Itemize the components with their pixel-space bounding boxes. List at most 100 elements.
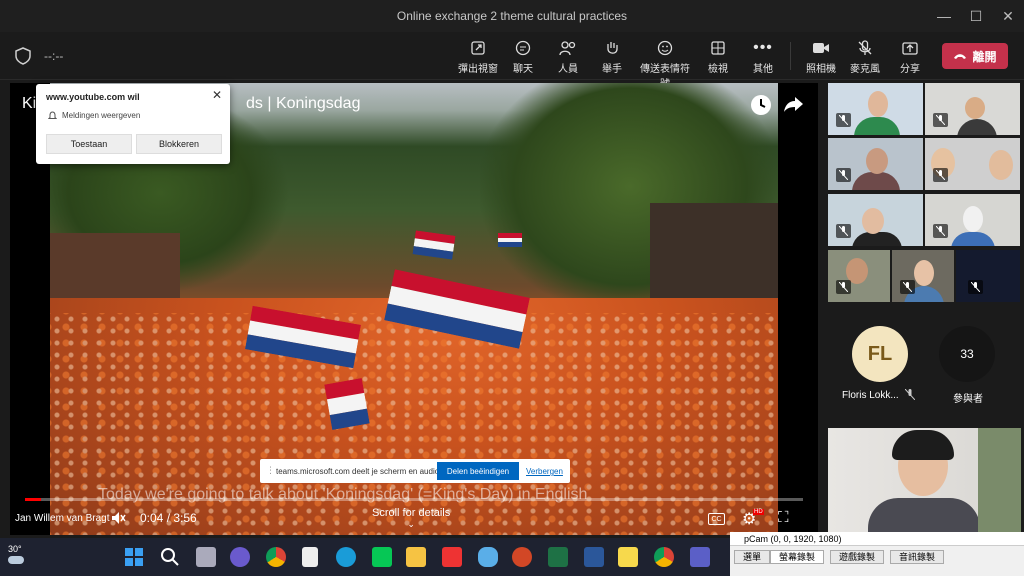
mic-off-icon [933, 168, 948, 182]
popout-button[interactable]: 彈出視窗 [456, 38, 500, 75]
leave-label: 離開 [972, 49, 997, 64]
search-icon[interactable] [160, 547, 180, 567]
raise-hand-button[interactable]: 舉手 [590, 38, 634, 75]
teams-icon[interactable] [690, 547, 710, 567]
folder-icon[interactable] [406, 547, 426, 567]
volume-muted-icon[interactable] [110, 510, 126, 526]
meeting-timer: --:-- [44, 49, 64, 63]
mic-off-icon [933, 224, 948, 238]
captions-button[interactable]: CC [708, 513, 725, 525]
share-video-icon[interactable] [783, 95, 805, 113]
powerpoint-icon[interactable] [512, 547, 532, 567]
participant-tile[interactable] [828, 194, 923, 246]
task-view-icon[interactable] [196, 547, 216, 567]
camera-icon [799, 38, 843, 58]
chrome-icon[interactable] [266, 547, 286, 567]
maximize-button[interactable]: ☐ [960, 0, 992, 32]
people-icon [546, 38, 590, 58]
video-title-suffix: ds | Koningsdag [246, 95, 361, 112]
mic-off-icon [900, 280, 915, 294]
presenter-name: Jan Willem van Bragt [15, 513, 110, 524]
scroll-for-details[interactable]: Scroll for details ⌄ [372, 507, 450, 530]
background-plant [978, 428, 1021, 533]
more-button[interactable]: ••• 其他 [741, 38, 785, 75]
participant-tile[interactable] [828, 250, 890, 302]
more-label: 其他 [753, 64, 773, 75]
camera-button[interactable]: 照相機 [799, 38, 843, 75]
recorder-title: pCam (0, 0, 1920, 1080) [730, 532, 1024, 546]
microphone-label: 麥克風 [850, 64, 880, 75]
participant-tile[interactable] [956, 250, 1020, 302]
share-status-text: teams.microsoft.com deelt je scherm en a… [276, 467, 442, 476]
hide-share-bar-link[interactable]: Verbergen [526, 467, 563, 476]
windows-start-icon[interactable] [124, 547, 144, 567]
pdf-icon[interactable] [442, 547, 462, 567]
raise-hand-label: 舉手 [602, 64, 622, 75]
view-icon [696, 38, 740, 58]
participant-tile[interactable] [925, 194, 1020, 246]
participant-count[interactable]: 33 [939, 326, 995, 382]
tab-menu[interactable]: 選單 [734, 550, 771, 564]
people-button[interactable]: 人員 [546, 38, 590, 75]
shield-icon[interactable] [14, 47, 32, 65]
file-icon[interactable] [302, 547, 318, 567]
notification-permission-popup: www.youtube.com wil ✕ Meldingen weergeve… [36, 84, 230, 164]
tab-audio-record[interactable]: 音訊錄製 [890, 550, 945, 564]
weather-widget[interactable]: 30° [8, 544, 24, 564]
chat-app-icon[interactable] [230, 547, 250, 567]
participant-face [868, 91, 888, 117]
tab-screen-record[interactable]: 螢幕錄製 [770, 550, 825, 564]
participant-face [862, 208, 884, 234]
onedrive-icon[interactable] [478, 547, 498, 567]
chevron-down-icon: ⌄ [407, 519, 415, 529]
chat-icon [501, 38, 545, 58]
edge-icon[interactable] [336, 547, 356, 567]
share-label: 分享 [900, 64, 920, 75]
stop-sharing-button[interactable]: Delen beëindigen [437, 462, 519, 480]
block-button[interactable]: Blokkeren [136, 134, 222, 154]
minimize-button[interactable]: — [928, 0, 960, 32]
participant-tile[interactable] [925, 138, 1020, 190]
close-window-button[interactable]: ✕ [992, 0, 1024, 32]
mic-off-icon [843, 38, 887, 58]
allow-button[interactable]: Toestaan [46, 134, 132, 154]
word-icon[interactable] [584, 547, 604, 567]
participant-tile[interactable] [892, 250, 954, 302]
hd-badge: HD [753, 509, 764, 515]
participant-tile[interactable] [828, 83, 923, 135]
participant-tile[interactable] [828, 138, 923, 190]
drag-handle-icon[interactable]: ⋮ [266, 465, 275, 476]
watch-later-icon[interactable] [751, 95, 771, 115]
chrome-profile-icon[interactable] [654, 547, 674, 567]
excel-icon[interactable] [548, 547, 568, 567]
avatar[interactable]: FL [852, 326, 908, 382]
share-button[interactable]: 分享 [888, 38, 932, 75]
self-view-video[interactable] [828, 428, 1021, 533]
participant-body [852, 232, 902, 246]
share-icon [888, 38, 932, 58]
video-title-prefix: Ki [22, 95, 37, 112]
leave-button[interactable]: 離開 [942, 43, 1008, 69]
video-progress-bar[interactable] [25, 498, 803, 501]
participant-face [989, 150, 1013, 180]
fullscreen-icon[interactable]: ⛶ [778, 509, 789, 526]
chat-button[interactable]: 聊天 [501, 38, 545, 75]
recorder-window: pCam (0, 0, 1920, 1080) 選單 螢幕錄製 遊戲錄製 音訊錄… [730, 532, 1024, 576]
tab-game-record[interactable]: 遊戲錄製 [830, 550, 885, 564]
notification-message: Meldingen weergeven [48, 111, 140, 120]
close-icon[interactable]: ✕ [212, 88, 222, 102]
participant-face [963, 206, 983, 232]
view-button[interactable]: 檢視 [696, 38, 740, 75]
participant-body [852, 172, 900, 190]
self-body [868, 498, 980, 533]
participant-tile[interactable] [925, 83, 1020, 135]
dutch-flag [412, 230, 456, 260]
popout-label: 彈出視窗 [458, 64, 498, 75]
participant-body [854, 117, 900, 135]
line-icon[interactable] [372, 547, 392, 567]
sticky-notes-icon[interactable] [618, 547, 638, 567]
participant-body [951, 232, 995, 246]
video-progress-fill [25, 498, 41, 501]
scroll-hint-label: Scroll for details [372, 507, 451, 519]
microphone-button[interactable]: 麥克風 [843, 38, 887, 75]
